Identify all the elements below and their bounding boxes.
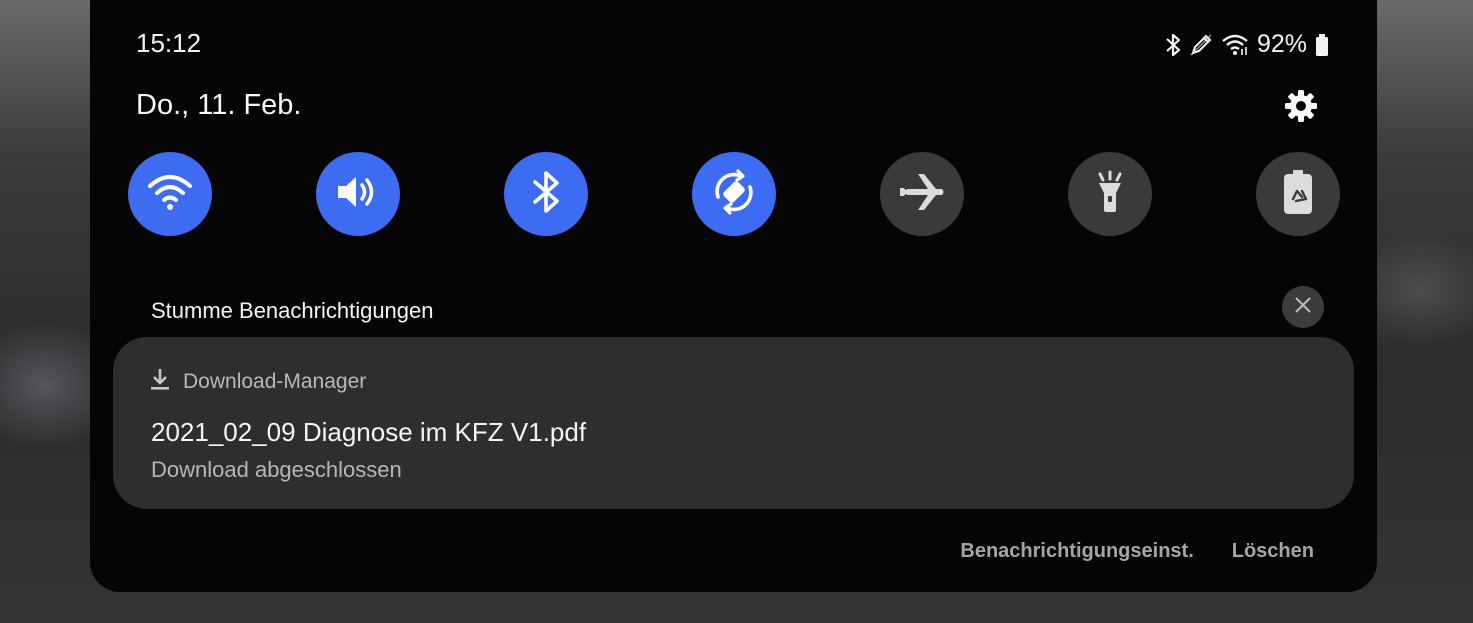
status-time: 15:12 — [136, 28, 202, 58]
wifi-icon — [1221, 34, 1249, 56]
shade-footer: Benachrichtigungseinst. Löschen — [960, 540, 1314, 563]
notification-card[interactable]: Download-Manager 2021_02_09 Diagnose im … — [113, 337, 1354, 509]
notification-settings-button[interactable]: Benachrichtigungseinst. — [960, 540, 1193, 563]
speaker-icon — [334, 172, 382, 217]
dismiss-section-button[interactable] — [1282, 286, 1324, 328]
wifi-icon — [146, 172, 194, 217]
airplane-icon — [898, 172, 946, 217]
quick-toggle-power-saving[interactable] — [1256, 152, 1340, 236]
status-icons: 92% — [1165, 30, 1329, 59]
quick-toggle-auto-rotate[interactable] — [692, 152, 776, 236]
quick-settings-row — [128, 152, 1340, 236]
close-icon — [1294, 296, 1312, 319]
notification-app-row: Download-Manager — [149, 367, 366, 397]
notification-title: 2021_02_09 Diagnose im KFZ V1.pdf — [151, 417, 587, 447]
silent-notifications-header: Stumme Benachrichtigungen — [151, 298, 434, 323]
quick-toggle-flashlight[interactable] — [1068, 152, 1152, 236]
notification-shade: 15:12 92% Do., 11. Feb. Stumme Benachric… — [90, 0, 1377, 592]
bluetooth-icon — [531, 170, 561, 218]
battery-recycle-icon — [1282, 169, 1314, 220]
battery-percent: 92% — [1256, 30, 1307, 58]
notification-app-name: Download-Manager — [183, 370, 367, 393]
download-icon — [149, 367, 171, 397]
quick-toggle-airplane-mode[interactable] — [880, 152, 964, 236]
battery-icon — [1315, 33, 1329, 57]
flashlight-icon — [1093, 170, 1127, 219]
quick-toggle-sound[interactable] — [316, 152, 400, 236]
gear-icon[interactable] — [1283, 88, 1319, 124]
date-label: Do., 11. Feb. — [136, 89, 302, 121]
quick-toggle-wifi[interactable] — [128, 152, 212, 236]
rotate-icon — [709, 167, 759, 222]
clear-all-button[interactable]: Löschen — [1232, 540, 1314, 563]
notification-text: Download abgeschlossen — [151, 457, 402, 482]
stylus-icon — [1189, 33, 1213, 57]
bluetooth-icon — [1165, 33, 1181, 57]
quick-toggle-bluetooth[interactable] — [504, 152, 588, 236]
